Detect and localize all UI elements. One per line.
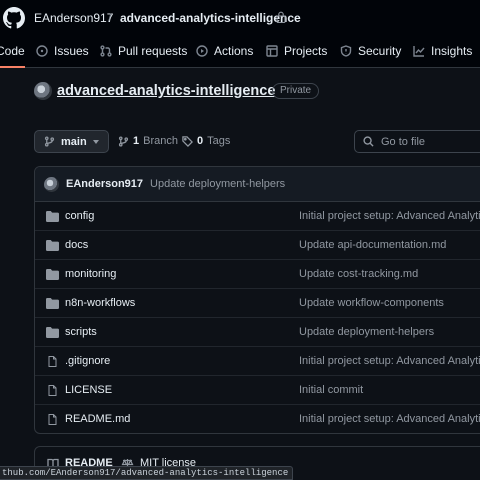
tab-projects[interactable]: Projects: [266, 40, 327, 68]
tab-issues-label: Issues: [54, 44, 89, 58]
repo-title-link[interactable]: advanced-analytics-intelligence: [57, 83, 275, 99]
file-commit-message[interactable]: Initial project setup: Advanced Analytic…: [299, 413, 480, 425]
file-name[interactable]: docs: [65, 239, 88, 251]
pull-request-icon: [100, 45, 112, 57]
file-name[interactable]: monitoring: [65, 268, 116, 280]
top-header: EAnderson917 / advanced-analytics-intell…: [0, 0, 480, 68]
graph-icon: [413, 46, 425, 57]
file-row[interactable]: n8n-workflows Update workflow-components: [35, 289, 480, 318]
tab-projects-label: Projects: [284, 44, 328, 58]
git-branch-icon: [118, 135, 129, 147]
tab-issues[interactable]: Issues: [36, 40, 89, 68]
issue-circle-icon: [36, 45, 48, 57]
file-commit-message[interactable]: Initial project setup: Advanced Analytic…: [299, 355, 480, 367]
search-icon: [363, 136, 374, 147]
file-name[interactable]: .gitignore: [65, 355, 110, 367]
folder-icon: [46, 269, 59, 280]
file-commit-message[interactable]: Initial project setup: Advanced Analytic…: [299, 210, 480, 222]
play-circle-icon: [196, 45, 208, 57]
tab-pull-requests-label: Pull requests: [118, 44, 188, 58]
file-name[interactable]: n8n-workflows: [65, 297, 135, 309]
file-icon: [48, 414, 57, 425]
branch-select-button[interactable]: main: [34, 130, 109, 153]
tab-security-label: Security: [358, 44, 402, 58]
tab-code-label: Code: [0, 44, 25, 58]
tab-code[interactable]: Code: [0, 40, 25, 68]
github-logo-icon[interactable]: [3, 7, 25, 29]
file-row[interactable]: monitoring Update cost-tracking.md: [35, 260, 480, 289]
file-commit-message[interactable]: Update api-documentation.md: [299, 239, 446, 251]
visibility-badge: Private: [272, 83, 320, 99]
tab-pull-requests[interactable]: Pull requests: [100, 40, 187, 68]
chevron-down-icon: [93, 140, 99, 144]
go-to-file-input[interactable]: [381, 135, 480, 148]
file-commit-message[interactable]: Update deployment-helpers: [299, 326, 434, 338]
folder-icon: [46, 240, 59, 251]
lock-icon: [276, 11, 286, 23]
tag-count-label: Tags: [207, 135, 231, 147]
branches-link[interactable]: 1 Branch: [118, 135, 178, 147]
link-hover-status-url: thub.com/EAnderson917/advanced-analytics…: [0, 466, 294, 480]
owner-avatar[interactable]: [34, 82, 52, 100]
tag-count: 0: [197, 135, 204, 147]
go-to-file-box[interactable]: [354, 130, 480, 153]
file-icon: [48, 356, 57, 367]
tab-insights[interactable]: Insights: [413, 40, 472, 68]
breadcrumb-repo[interactable]: advanced-analytics-intelligence: [120, 11, 301, 25]
breadcrumb-owner[interactable]: EAnderson917: [34, 11, 113, 25]
branch-count-label: Branch: [143, 135, 178, 147]
repo-heading: advanced-analytics-intelligence: [34, 80, 275, 102]
table-icon: [266, 45, 278, 57]
file-name[interactable]: README.md: [65, 413, 130, 425]
file-commit-message[interactable]: Update cost-tracking.md: [299, 268, 418, 280]
git-branch-icon: [44, 136, 55, 147]
file-name[interactable]: config: [65, 210, 94, 222]
repo-nav-tabs: Code Issues Pull requests Actions Projec…: [0, 40, 480, 68]
shield-icon: [340, 45, 352, 57]
folder-icon: [46, 211, 59, 222]
folder-icon: [46, 298, 59, 309]
file-commit-message[interactable]: Initial commit: [299, 384, 363, 396]
file-name[interactable]: LICENSE: [65, 384, 112, 396]
file-row[interactable]: scripts Update deployment-helpers: [35, 318, 480, 347]
branch-count: 1: [133, 135, 140, 147]
tag-icon: [182, 135, 193, 147]
file-row[interactable]: LICENSE Initial commit: [35, 376, 480, 405]
breadcrumb-separator: /: [108, 11, 112, 25]
tab-actions-label: Actions: [214, 44, 254, 58]
file-row[interactable]: config Initial project setup: Advanced A…: [35, 202, 480, 231]
folder-icon: [46, 327, 59, 338]
branch-name: main: [61, 135, 87, 148]
file-row[interactable]: .gitignore Initial project setup: Advanc…: [35, 347, 480, 376]
file-icon: [48, 385, 57, 396]
commit-message[interactable]: Update deployment-helpers: [150, 178, 285, 190]
tab-security[interactable]: Security: [340, 40, 401, 68]
latest-commit-bar: EAnderson917 Update deployment-helpers: [35, 167, 480, 202]
commit-author-avatar[interactable]: [44, 176, 59, 192]
file-name[interactable]: scripts: [65, 326, 97, 338]
commit-author[interactable]: EAnderson917: [66, 178, 143, 190]
file-commit-message[interactable]: Update workflow-components: [299, 297, 444, 309]
tags-link[interactable]: 0 Tags: [182, 135, 230, 147]
file-browser: EAnderson917 Update deployment-helpers c…: [34, 166, 480, 434]
tab-insights-label: Insights: [431, 44, 473, 58]
tab-actions[interactable]: Actions: [196, 40, 253, 68]
file-row[interactable]: README.md Initial project setup: Advance…: [35, 405, 480, 433]
file-row[interactable]: docs Update api-documentation.md: [35, 231, 480, 260]
